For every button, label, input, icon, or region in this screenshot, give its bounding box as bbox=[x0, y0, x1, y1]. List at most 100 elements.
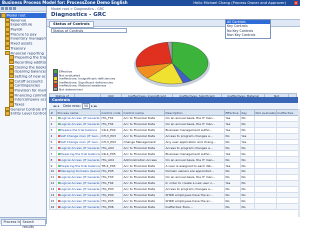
cell-text: No bbox=[225, 204, 230, 209]
cell-text: ITG_A04 bbox=[101, 157, 114, 162]
tree-item-label: Expenditure bbox=[10, 22, 33, 27]
cell-text: No bbox=[241, 145, 246, 150]
legend-swatch bbox=[53, 86, 58, 92]
sidebar-toolbar bbox=[0, 6, 46, 12]
cell-text: No bbox=[241, 116, 246, 121]
cell-text: In order to create a new user o... bbox=[165, 181, 215, 186]
cell-text: Logical Access (IT General... bbox=[60, 198, 101, 203]
cell-text: No bbox=[225, 145, 230, 150]
breadcrumb[interactable]: Model root > Diagnostics - GRC bbox=[51, 7, 104, 11]
cell-text: SAP Change man (IT Gen... bbox=[60, 134, 101, 139]
cell-text: Logical Access (IT General... bbox=[60, 193, 101, 198]
first-page-icon[interactable]: ◂◂ bbox=[53, 104, 56, 108]
pie-slice bbox=[135, 42, 173, 68]
cell-empty bbox=[254, 203, 277, 211]
filter-option[interactable]: Non Key Controls bbox=[226, 33, 270, 37]
cell-text: 14 bbox=[50, 193, 55, 198]
cell-text: On an annual basis, the IT man... bbox=[165, 122, 216, 127]
cell-text: Logical Access (IT General... bbox=[60, 116, 101, 121]
next-page-icon[interactable]: ▸ bbox=[91, 104, 93, 108]
chart-type-select[interactable]: Status of Controls bbox=[51, 28, 127, 33]
cell-text: Acc to Financial Data bbox=[123, 193, 155, 198]
tree-item-label: Entity Level Controls (ELC) bbox=[10, 111, 47, 116]
cell-text: 9 bbox=[50, 163, 53, 168]
cell-text: A user is assigned to each dat... bbox=[165, 163, 214, 168]
cell-text: TB-4_P05 bbox=[101, 163, 116, 168]
cell-text: No bbox=[241, 204, 246, 209]
cell-text: No bbox=[241, 122, 246, 127]
cell-text: On an annual basis, the IT man... bbox=[165, 116, 216, 121]
cell-text: No bbox=[241, 175, 246, 180]
cell-text: Acc to Financial Data bbox=[123, 122, 155, 127]
cell-text: Acc to Financial Data bbox=[123, 163, 155, 168]
cell-text: 13 bbox=[50, 187, 55, 192]
cell-text: Acc to Financial Data bbox=[123, 204, 155, 209]
cell-text: Business management autho... bbox=[165, 151, 213, 156]
sidebar-tabs: Process tree Search results bbox=[0, 217, 46, 229]
cell-text: 7 bbox=[50, 151, 53, 156]
cell-text: ITG_P06 bbox=[101, 204, 114, 209]
cell-text: 5 bbox=[50, 140, 53, 144]
control-filter-list[interactable]: All Controls Key Controls No Key Control… bbox=[225, 19, 271, 39]
cell-text: SHRD employees have the ac... bbox=[165, 198, 213, 203]
cell-text: Logical Access (IT General... bbox=[60, 175, 101, 180]
cell-text: ITG_P05 bbox=[101, 198, 114, 203]
tree-item-label: Setting of new accounts bbox=[14, 74, 47, 79]
cell-text: Yes bbox=[241, 140, 247, 144]
cell-text: Yes bbox=[225, 181, 231, 186]
cell-text: Access to program changes a... bbox=[165, 134, 213, 139]
cell-text: 1 bbox=[50, 116, 53, 121]
tree-item[interactable]: Entity Level Controls (ELC) bbox=[0, 111, 46, 116]
expand-icon[interactable] bbox=[1, 7, 4, 10]
cell-text: No bbox=[241, 193, 246, 198]
tree-item-label: Provision for markets bbox=[14, 88, 47, 93]
cell-text: No bbox=[241, 181, 246, 186]
cell-text: 10 bbox=[50, 169, 55, 174]
cell-text: No bbox=[225, 187, 230, 192]
cell-text: No bbox=[241, 157, 246, 162]
cell-text: Access to program changes a... bbox=[165, 145, 213, 150]
cell-text: Yes bbox=[225, 163, 231, 168]
folder-icon bbox=[5, 111, 10, 116]
tab-search-results[interactable]: Search results bbox=[20, 218, 46, 229]
cell-process[interactable]: Logical Access (IT General... bbox=[56, 203, 101, 211]
cell-text: 11 bbox=[50, 175, 55, 180]
status-pie-chart bbox=[134, 41, 210, 87]
cell-text: ITG_P03 bbox=[101, 187, 114, 192]
tree-item-label: Cutoff accounts bbox=[14, 78, 43, 83]
cell-text: Acc to Financial Data bbox=[123, 175, 155, 180]
page-title: Diagnostics - GRC bbox=[51, 12, 107, 18]
cell-text: Managing Domains (Gener... bbox=[60, 169, 101, 174]
prev-page-icon[interactable]: ◂ bbox=[57, 104, 59, 108]
cell-text: No bbox=[225, 198, 230, 203]
refresh-icon[interactable] bbox=[9, 7, 12, 10]
table-row[interactable]: 16 Logical Access (IT General... ITG_P06 Ac… bbox=[49, 203, 299, 211]
collapse-icon[interactable] bbox=[5, 7, 8, 10]
cell-desc: Ineffective Tools... bbox=[164, 203, 225, 211]
cell-text: Any user application and chang... bbox=[165, 140, 216, 144]
tree-item-label: Inventory management bbox=[10, 36, 47, 41]
last-page-icon[interactable]: ▸▸ bbox=[94, 104, 97, 108]
cell-text: Access to program changes a... bbox=[165, 187, 213, 192]
folder-icon bbox=[9, 102, 14, 107]
cell-text: No bbox=[225, 169, 230, 174]
cell-text: Acc to Financial Data bbox=[123, 128, 155, 133]
cell-text: No bbox=[241, 187, 246, 192]
close-button[interactable]: × bbox=[294, 1, 298, 5]
cell-code: ITG_P06 bbox=[100, 203, 123, 211]
cell-text: Preparing the trial balance bbox=[60, 151, 100, 156]
cell-text: Yes bbox=[225, 116, 231, 121]
cell-text: Acc to Financial Data bbox=[123, 181, 155, 186]
tree-item-label: Procure to pay bbox=[10, 32, 37, 36]
cell-text: ITG_A02 bbox=[101, 145, 114, 150]
rows-label: Data rows: bbox=[63, 104, 81, 108]
cell-text: 4 bbox=[50, 134, 53, 139]
cell-text: Acc to Financial Data bbox=[123, 134, 155, 139]
cell-text: 15 bbox=[50, 198, 55, 203]
grid-scrollbar[interactable] bbox=[298, 109, 300, 217]
cell-text: No bbox=[241, 128, 246, 133]
tab-status-of-controls[interactable]: Status of Controls bbox=[49, 20, 94, 28]
search-icon[interactable] bbox=[13, 7, 16, 10]
tree-item-label: Preparing the trial balance bbox=[14, 55, 47, 60]
cell-text: Preparing the trial balance bbox=[60, 163, 100, 168]
